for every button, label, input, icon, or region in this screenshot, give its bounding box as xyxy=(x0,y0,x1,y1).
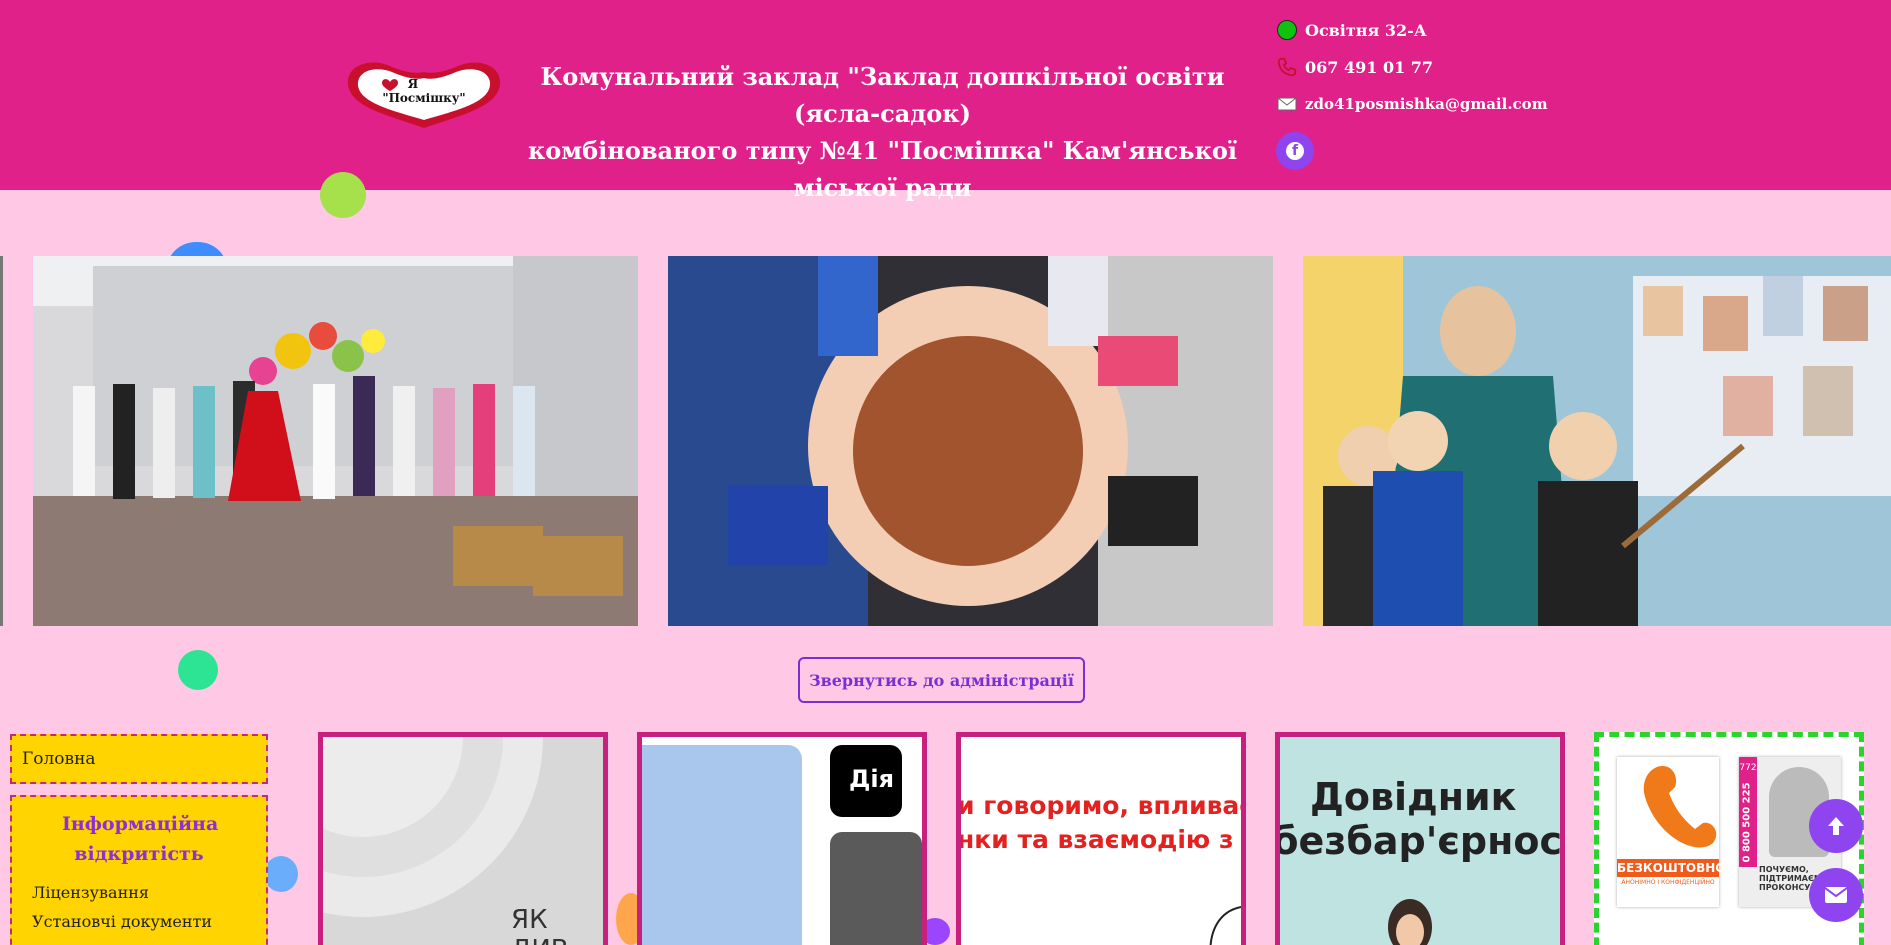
logo-text: Я "Посмішку" xyxy=(364,77,484,105)
hotline-phone-text: 0 800 500 225 xyxy=(1741,782,1753,863)
phone-handset-icon xyxy=(1643,766,1717,848)
carousel-slide-staff-photo[interactable] xyxy=(33,256,638,626)
phone-row[interactable]: 067 491 01 77 xyxy=(1275,55,1548,79)
site-title-line2: комбінованого типу №41 "Посмішка" Кам'ян… xyxy=(527,136,1238,202)
facebook-button[interactable]: f xyxy=(1276,132,1314,170)
hands-circle-photo xyxy=(668,256,1273,626)
card-3-caption-line1: и говоримо, впливає xyxy=(957,791,1246,820)
carousel-slide-classroom[interactable] xyxy=(1303,256,1891,626)
message-button[interactable] xyxy=(1809,868,1863,922)
decor-dot-mint xyxy=(178,650,218,690)
logo[interactable]: Я "Посмішку" xyxy=(344,58,504,130)
sidebar-info-section: Інформаційна відкритість Ліцензування Ус… xyxy=(10,795,268,945)
classroom-photo xyxy=(1303,256,1891,626)
sidebar-item-home[interactable]: Головна xyxy=(10,734,268,784)
arrow-up-icon xyxy=(1828,817,1844,835)
contacts: Освітня 32-А 067 491 01 77 zdo41posmishk… xyxy=(1275,18,1548,129)
card-1[interactable]: ЯК ДИВ xyxy=(318,732,608,945)
diia-logo-text: Дія xyxy=(849,765,895,793)
card-3-caption-line2: нки та взаємодію з ін xyxy=(957,825,1246,854)
hotline-short-number: 772 xyxy=(1739,763,1757,773)
sidebar-item-founding-documents[interactable]: Установчі документи xyxy=(12,912,266,931)
site-title-line1: Комунальний заклад "Заклад дошкільної ос… xyxy=(540,62,1225,128)
address-row: Освітня 32-А xyxy=(1275,18,1548,42)
site-title[interactable]: Комунальний заклад "Заклад дошкільної ос… xyxy=(505,58,1260,206)
decor-dot-lime xyxy=(320,172,366,218)
carousel-slide-partial xyxy=(0,256,3,626)
envelope-icon xyxy=(1275,92,1299,116)
email-row[interactable]: zdo41posmishka@gmail.com xyxy=(1275,92,1548,116)
card-4-accessibility-guide[interactable]: Довідник безбар'єрності xyxy=(1275,732,1565,945)
card-4-caption-line1: Довідник xyxy=(1310,775,1517,819)
decor-dot-sky xyxy=(264,856,298,892)
card-2-diia[interactable]: Дія xyxy=(637,732,927,945)
site-header: Я "Посмішку" Комунальний заклад "Заклад … xyxy=(0,0,1891,202)
email-text: zdo41posmishka@gmail.com xyxy=(1305,95,1548,113)
contact-admin-button[interactable]: Звернутись до адміністрації xyxy=(798,657,1085,703)
phone-icon xyxy=(1275,55,1299,79)
address-text: Освітня 32-А xyxy=(1305,20,1427,40)
sidebar-item-home-label: Головна xyxy=(22,749,96,769)
logo-text-line1: Я xyxy=(407,77,419,91)
hotline-poster-left: БЕЗКОШТОВНО АНОНІМНО І КОНФІДЕНЦІЙНО xyxy=(1617,757,1726,907)
phone-text: 067 491 01 77 xyxy=(1305,57,1434,77)
scroll-to-top-button[interactable] xyxy=(1809,799,1863,853)
facebook-icon: f xyxy=(1286,142,1304,160)
green-dot-icon xyxy=(1275,18,1299,42)
sidebar-item-licensing[interactable]: Ліцензування xyxy=(12,883,266,902)
sidebar-section-title[interactable]: Інформаційна відкритість xyxy=(12,809,266,869)
hotline-anonymous-text: АНОНІМНО І КОНФІДЕНЦІЙНО xyxy=(1621,879,1715,886)
carousel-slide-hands-circle[interactable] xyxy=(668,256,1273,626)
card-3[interactable]: и говоримо, впливає нки та взаємодію з і… xyxy=(956,732,1246,945)
card-3-illustration xyxy=(1209,906,1241,945)
hotline-free-text: БЕЗКОШТОВНО xyxy=(1617,859,1726,877)
logo-text-line2: "Посмішку" xyxy=(382,91,466,105)
staff-photo xyxy=(33,256,638,626)
card-4-caption-line2: безбар'єрності xyxy=(1275,819,1563,863)
card-1-caption: ЯК ДИВ xyxy=(511,905,569,945)
envelope-icon xyxy=(1824,887,1848,903)
